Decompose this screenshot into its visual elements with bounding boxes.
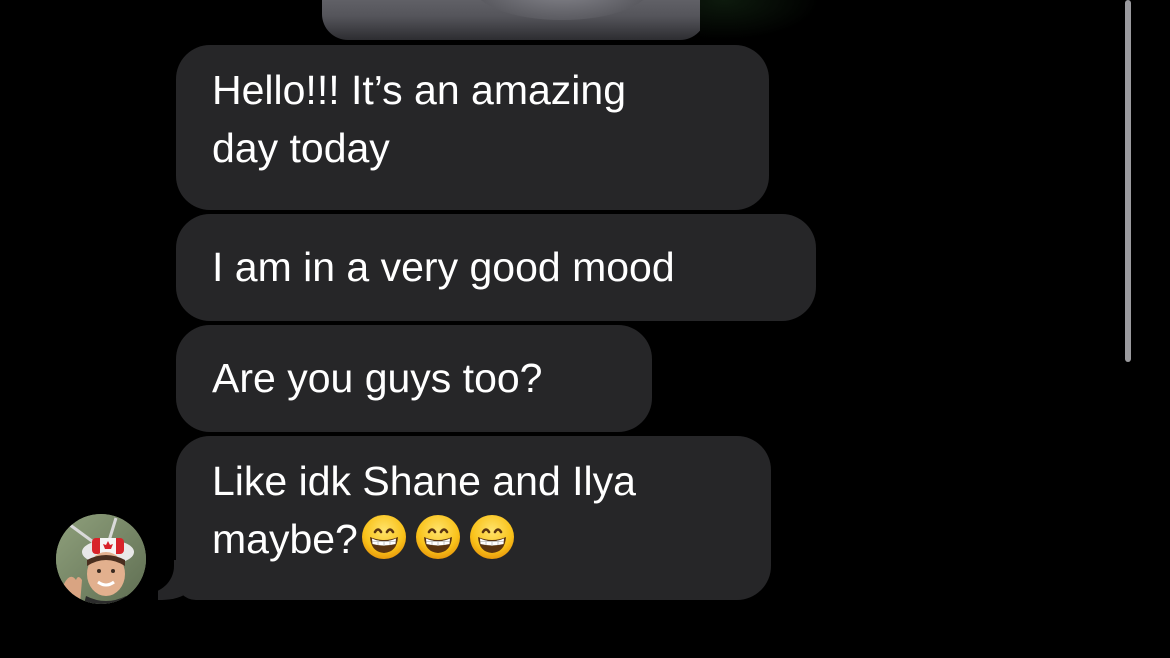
message-bubble-1[interactable]: Hello!!! It’s an amazing day today <box>176 45 769 210</box>
sender-avatar[interactable] <box>56 514 146 604</box>
avatar-photo <box>56 514 146 604</box>
message-bubble-2[interactable]: I am in a very good mood <box>176 214 816 321</box>
background-shadow <box>700 0 820 40</box>
message-4-line-2-text: maybe? <box>212 516 358 562</box>
grinning-face-emoji-icon <box>415 515 460 559</box>
message-4-line-1: Like idk Shane and Ilya <box>212 458 636 504</box>
message-2-text: I am in a very good mood <box>212 244 675 290</box>
previous-image-attachment[interactable] <box>322 0 706 40</box>
message-bubble-3[interactable]: Are you guys too? <box>176 325 652 432</box>
message-bubble-4[interactable]: Like idk Shane and Ilya maybe? <box>176 436 771 600</box>
scrollbar[interactable] <box>1125 0 1131 362</box>
emoji-group <box>358 515 516 562</box>
grinning-face-emoji-icon <box>361 515 406 559</box>
message-1-line-1: Hello!!! It’s an amazing <box>212 67 627 113</box>
message-1-line-2: day today <box>212 125 390 171</box>
message-3-text: Are you guys too? <box>212 355 543 401</box>
message-4-line-2: maybe? <box>212 510 735 568</box>
grinning-face-emoji-icon <box>469 515 514 559</box>
